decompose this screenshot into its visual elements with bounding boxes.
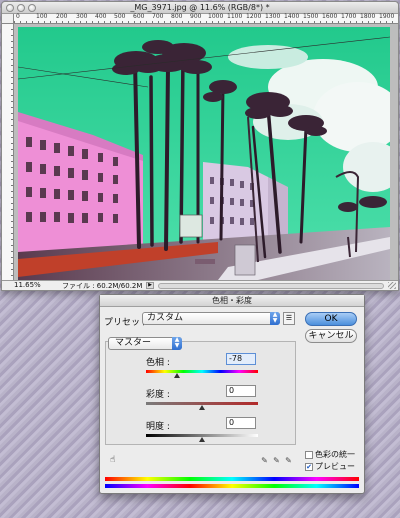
horizontal-scrollbar[interactable] (158, 283, 384, 289)
ruler-tick: 1200 (246, 13, 262, 20)
ok-button[interactable]: OK (305, 312, 357, 326)
ruler-tick: 1300 (265, 13, 281, 20)
preview-checkbox[interactable]: ✔ (305, 462, 313, 471)
ruler-tick: 800 (171, 13, 183, 20)
ruler-tick: 1000 (208, 13, 224, 20)
canvas-area[interactable] (14, 24, 398, 282)
hand-adjust-icon[interactable]: ☝ (110, 455, 121, 466)
document-window: _MG_3971.jpg @ 11.6% (RGB/8*) * 0 100 20… (1, 1, 399, 291)
ruler-tick: 0 (16, 13, 20, 20)
colorize-label: 色彩の統一 (315, 450, 355, 459)
adjustment-group (105, 341, 296, 445)
eyedropper-icon[interactable]: ✎ (260, 456, 269, 465)
ruler-tick: 1900 (379, 13, 395, 20)
ruler-tick: 700 (152, 13, 164, 20)
ruler-tick: 900 (190, 13, 202, 20)
eyedropper-minus-icon[interactable]: ✎ (284, 456, 293, 465)
hue-slider-thumb[interactable] (174, 373, 181, 378)
photo-canvas[interactable] (18, 27, 390, 280)
select-arrows-icon: ▲ ▼ (172, 337, 182, 350)
document-title: _MG_3971.jpg @ 11.6% (RGB/8*) * (130, 3, 270, 12)
eyedropper-plus-icon[interactable]: ✎ (272, 456, 281, 465)
ruler-tick: 200 (56, 13, 68, 20)
resize-grip-icon[interactable] (388, 282, 396, 289)
cancel-button[interactable]: キャンセル (305, 329, 357, 343)
zoom-value[interactable]: 11.65% (14, 281, 41, 289)
horizontal-ruler[interactable]: 0 100 200 300 400 500 600 700 800 900 10… (14, 13, 398, 24)
ruler-tick: 1600 (322, 13, 338, 20)
ruler-tick: 500 (114, 13, 126, 20)
vertical-ruler[interactable] (2, 24, 14, 282)
status-menu-arrow-icon[interactable]: ▶ (146, 282, 154, 289)
lightness-value-field[interactable]: 0 (226, 417, 256, 429)
lightness-label: 明度 : (146, 422, 170, 432)
dialog-titlebar[interactable]: 色相・彩度 (100, 295, 364, 307)
document-status-bar: 11.65% ファイル : 60.2M/60.2M ▶ (2, 280, 398, 290)
kiosk (234, 244, 256, 276)
ruler-tick: 400 (95, 13, 107, 20)
channel-value: マスター (115, 338, 152, 348)
ruler-tick: 1100 (227, 13, 243, 20)
lightness-slider-thumb[interactable] (199, 437, 205, 442)
bench (195, 259, 215, 264)
hue-label: 色相 : (146, 358, 170, 368)
input-color-bar (105, 477, 359, 481)
ruler-corner (2, 14, 14, 24)
colorize-option[interactable]: 色彩の統一 (305, 449, 355, 460)
preset-value: カスタム (147, 313, 184, 323)
ruler-tick: 600 (133, 13, 145, 20)
preview-label: プレビュー (315, 462, 355, 471)
preview-option[interactable]: ✔ プレビュー (305, 461, 355, 472)
ruler-tick: 1500 (303, 13, 319, 20)
output-color-bar (105, 484, 359, 488)
preset-menu-icon[interactable]: ☰ (283, 312, 295, 325)
saturation-label: 彩度 : (146, 390, 170, 400)
saturation-value-field[interactable]: 0 (226, 385, 256, 397)
ruler-tick: 100 (36, 13, 48, 20)
colorize-checkbox[interactable] (305, 450, 313, 459)
hue-saturation-dialog: 色相・彩度 プリセット : カスタム ▲ ▼ ☰ OK キャンセル マスター ▲ ▼… (99, 294, 365, 494)
hue-slider-track[interactable] (146, 370, 258, 373)
channel-select[interactable]: マスター ▲ ▼ (108, 337, 182, 350)
hue-value-field[interactable]: -78 (226, 353, 256, 365)
street-sign (179, 214, 203, 238)
preset-select[interactable]: カスタム ▲ ▼ (142, 312, 280, 325)
saturation-slider-thumb[interactable] (199, 405, 205, 410)
ruler-tick: 1800 (360, 13, 376, 20)
ruler-tick: 1400 (284, 13, 300, 20)
ruler-tick: 300 (76, 13, 88, 20)
ruler-tick: 1700 (341, 13, 357, 20)
select-arrows-icon: ▲ ▼ (270, 312, 280, 325)
file-size-info: ファイル : 60.2M/60.2M (62, 282, 143, 290)
